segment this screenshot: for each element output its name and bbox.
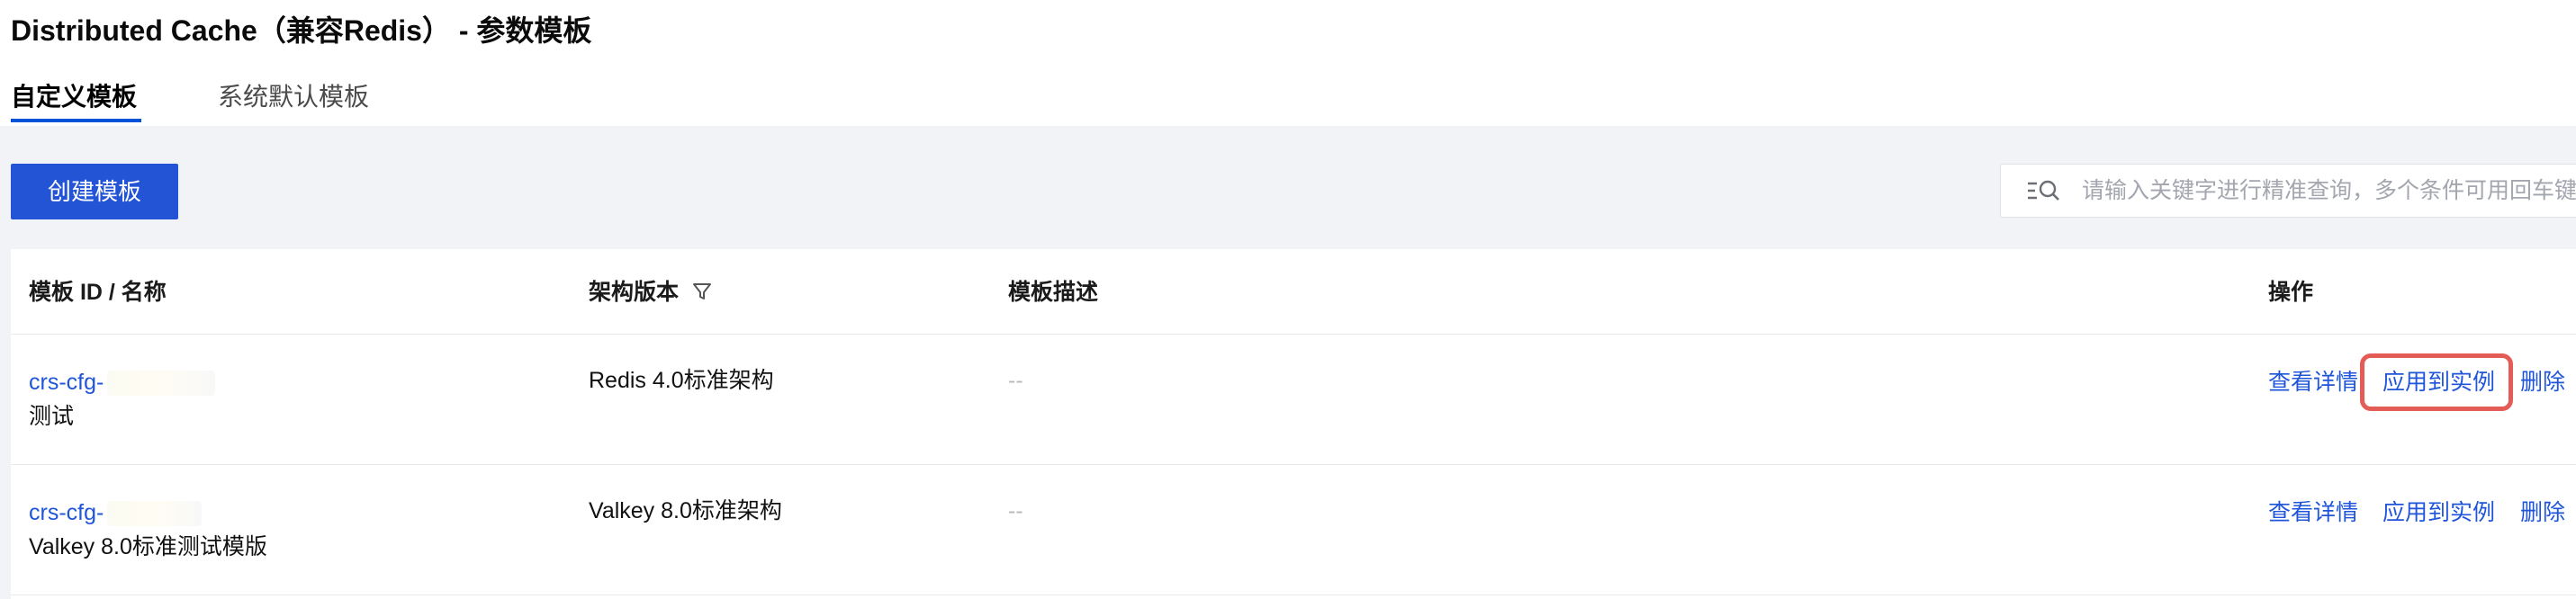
redacted-id-mask — [107, 501, 203, 527]
tab-custom-templates[interactable]: 自定义模板 — [11, 72, 137, 126]
table-row-2-apply-to-instance-link[interactable]: 应用到实例 — [2382, 496, 2495, 529]
search-list-icon — [2028, 180, 2059, 201]
active-tab-indicator — [11, 119, 141, 122]
table-row-2-template-name: Valkey 8.0标准测试模版 — [29, 534, 267, 559]
tab-bar: 自定义模板 系统默认模板 — [0, 72, 2576, 126]
table-row-1-template-id[interactable]: crs-cfg- — [29, 366, 216, 398]
table-row-2-view-details-link[interactable]: 查看详情 — [2268, 496, 2358, 529]
highlight-annotation-box — [2360, 353, 2513, 411]
template-id-text[interactable]: crs-cfg- — [29, 370, 104, 395]
table-row-1-delete-link[interactable]: 删除 — [2520, 366, 2565, 398]
filter-icon[interactable] — [691, 281, 713, 302]
column-header-arch-label: 架构版本 — [589, 280, 680, 305]
template-id-text[interactable]: crs-cfg- — [29, 500, 104, 525]
page-title: Distributed Cache（兼容Redis） - 参数模板 — [11, 14, 592, 47]
search-placeholder: 请输入关键字进行精准查询，多个条件可用回车键 — [2082, 178, 2576, 203]
table-row-1-description: -- — [1008, 368, 1023, 393]
template-table: 模板 ID / 名称 架构版本 模板描述 操作 crs-cfg- 测试 Redi… — [11, 249, 2576, 599]
table-row-2-template-id[interactable]: crs-cfg- — [29, 496, 203, 529]
table-row-2-arch-version: Valkey 8.0标准架构 — [589, 498, 782, 523]
row-divider — [11, 464, 2576, 465]
table-row-2-description: -- — [1008, 498, 1023, 523]
header-divider — [11, 334, 2576, 335]
create-template-button[interactable]: 创建模板 — [11, 164, 178, 219]
table-row-1-view-details-link[interactable]: 查看详情 — [2268, 366, 2358, 398]
redacted-id-mask — [107, 371, 216, 397]
table-row-1-template-name: 测试 — [29, 404, 75, 429]
table-row-2-delete-link[interactable]: 删除 — [2520, 496, 2565, 529]
table-row-1-arch-version: Redis 4.0标准架构 — [589, 368, 774, 393]
tab-system-default-templates[interactable]: 系统默认模板 — [218, 72, 369, 126]
column-header-template-id-name: 模板 ID / 名称 — [29, 280, 167, 305]
column-header-arch-version: 架构版本 — [589, 249, 713, 335]
search-input[interactable]: 请输入关键字进行精准查询，多个条件可用回车键 — [2000, 164, 2576, 218]
column-header-template-description: 模板描述 — [1008, 280, 1099, 305]
column-header-actions: 操作 — [2268, 280, 2314, 305]
